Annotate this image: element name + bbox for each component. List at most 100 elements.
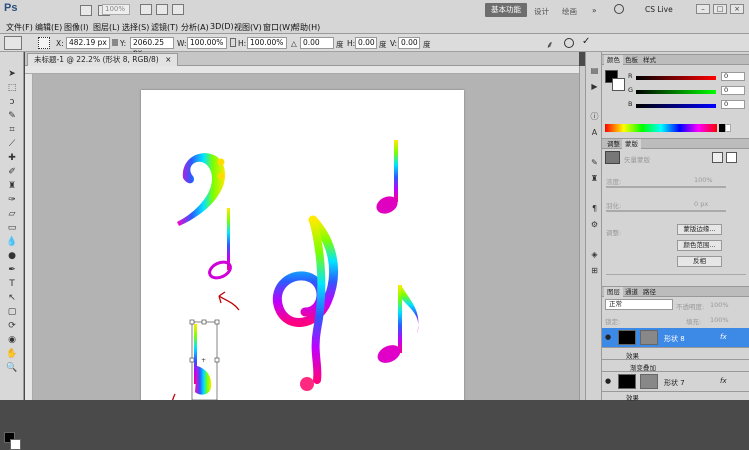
pixel-mask-icon[interactable] bbox=[712, 152, 723, 163]
tab-layers[interactable]: 图层 bbox=[604, 287, 623, 297]
hand-tool-icon[interactable]: ✋ bbox=[5, 348, 19, 360]
hskew-input[interactable]: 0.00 bbox=[355, 37, 377, 49]
crop-tool-icon[interactable]: ⌗ bbox=[5, 124, 19, 136]
tool-preset-icon[interactable] bbox=[4, 36, 22, 50]
3d-orbit-tool-icon[interactable]: ◉ bbox=[5, 334, 19, 346]
document-canvas[interactable]: + bbox=[141, 90, 464, 400]
menu-item[interactable]: 文件(F) bbox=[6, 22, 33, 33]
layer-effects-row-2[interactable]: 效果 bbox=[602, 392, 749, 402]
maximize-button[interactable]: □ bbox=[713, 4, 727, 14]
density-slider[interactable] bbox=[606, 186, 726, 188]
more-workspaces-icon[interactable]: » bbox=[592, 6, 597, 15]
tab-styles[interactable]: 样式 bbox=[640, 55, 659, 65]
blur-tool-icon[interactable]: 💧 bbox=[5, 236, 19, 248]
density-value[interactable]: 100% bbox=[694, 176, 713, 184]
hand-view-icon[interactable] bbox=[140, 4, 152, 15]
arrange-docs-icon[interactable] bbox=[156, 4, 168, 15]
link-icon[interactable] bbox=[230, 38, 236, 47]
screen-mode-icon[interactable] bbox=[172, 4, 184, 15]
tab-adjustments[interactable]: 调整 bbox=[604, 139, 623, 149]
tab-color[interactable]: 颜色 bbox=[604, 55, 623, 65]
layer-gradient-overlay-row[interactable]: 渐变叠加 bbox=[602, 360, 749, 372]
feather-slider[interactable] bbox=[606, 210, 726, 212]
workspace-essentials-button[interactable]: 基本功能 bbox=[485, 3, 527, 17]
clone-source-icon[interactable]: ♜ bbox=[589, 174, 600, 184]
fill-value[interactable]: 100% bbox=[710, 316, 729, 324]
move-tool-icon[interactable]: ➤ bbox=[5, 68, 19, 80]
relative-position-icon[interactable] bbox=[112, 39, 118, 46]
background-color-swatch[interactable] bbox=[10, 439, 21, 450]
workspace-design-button[interactable]: 设计 bbox=[534, 6, 549, 17]
bridge-icon[interactable] bbox=[80, 4, 92, 16]
commit-transform-icon[interactable]: ✓ bbox=[582, 36, 590, 47]
character-panel-icon[interactable]: A bbox=[589, 128, 600, 138]
layer-effects-row[interactable]: 效果 bbox=[602, 348, 749, 360]
visibility-eye-icon[interactable]: ● bbox=[605, 333, 611, 341]
marquee-tool-icon[interactable]: ⬚ bbox=[5, 82, 19, 94]
dodge-tool-icon[interactable]: ● bbox=[5, 250, 19, 262]
type-tool-icon[interactable]: T bbox=[5, 278, 19, 290]
tab-channels[interactable]: 通道 bbox=[622, 287, 641, 297]
shape-tool-icon[interactable]: ▢ bbox=[5, 306, 19, 318]
layer-fx-icon[interactable]: fx bbox=[720, 377, 727, 385]
tab-paths[interactable]: 路径 bbox=[640, 287, 659, 297]
menu-item[interactable]: 滤镜(T) bbox=[151, 22, 178, 33]
spectrum-white[interactable] bbox=[725, 124, 731, 132]
path-select-tool-icon[interactable]: ↖ bbox=[5, 292, 19, 304]
eyedropper-tool-icon[interactable]: ⟋ bbox=[5, 138, 19, 150]
cslive-status-icon[interactable] bbox=[614, 4, 624, 14]
x-input[interactable]: 482.19 px bbox=[66, 37, 110, 49]
tab-masks[interactable]: 蒙版 bbox=[622, 139, 641, 149]
info-panel-icon[interactable]: ⓘ bbox=[589, 112, 600, 122]
menu-item[interactable]: 编辑(E) bbox=[35, 22, 62, 33]
layer-row-shape7[interactable]: ● 形状 7 fx bbox=[602, 372, 749, 392]
angle-input[interactable]: 0.00 bbox=[300, 37, 334, 49]
menu-item[interactable]: 选择(S) bbox=[122, 22, 149, 33]
layer-fx-icon[interactable]: fx bbox=[720, 333, 727, 341]
eraser-tool-icon[interactable]: ▱ bbox=[5, 208, 19, 220]
color-range-button[interactable]: 颜色范围... bbox=[677, 240, 722, 251]
horizontal-ruler[interactable] bbox=[25, 66, 579, 74]
w-input[interactable]: 100.00% bbox=[187, 37, 227, 49]
document-tab-close-icon[interactable]: × bbox=[165, 55, 171, 64]
tab-swatches[interactable]: 色板 bbox=[622, 55, 641, 65]
stamp-tool-icon[interactable]: ♜ bbox=[5, 180, 19, 192]
menu-item[interactable]: 分析(A) bbox=[181, 22, 209, 33]
history-brush-icon[interactable]: ✑ bbox=[5, 194, 19, 206]
paragraph-panel-icon[interactable]: ¶ bbox=[589, 204, 600, 214]
visibility-eye-icon[interactable]: ● bbox=[605, 377, 611, 385]
cancel-transform-icon[interactable] bbox=[564, 38, 574, 48]
warp-mode-icon[interactable]: ⸙ bbox=[546, 37, 554, 51]
vector-mask-icon[interactable] bbox=[726, 152, 737, 163]
menu-item[interactable]: 窗口(W) bbox=[263, 22, 293, 33]
r-slider[interactable] bbox=[636, 76, 716, 80]
lasso-tool-icon[interactable]: ↄ bbox=[5, 96, 19, 108]
document-tab[interactable]: 未标题-1 @ 22.2% (形状 8, RGB/8) × bbox=[27, 53, 179, 66]
blend-mode-select[interactable]: 正常 bbox=[605, 299, 673, 310]
g-value-input[interactable]: 0 bbox=[721, 86, 745, 95]
quick-select-tool-icon[interactable]: ✎ bbox=[5, 110, 19, 122]
reference-point-icon[interactable] bbox=[38, 37, 50, 49]
minimize-button[interactable]: – bbox=[696, 4, 710, 14]
workspace-paint-button[interactable]: 绘画 bbox=[562, 6, 577, 17]
healing-tool-icon[interactable]: ✚ bbox=[5, 152, 19, 164]
feather-value[interactable]: 0 px bbox=[694, 200, 708, 208]
cslive-button[interactable]: CS Live bbox=[645, 5, 673, 14]
h-input[interactable]: 100.00% bbox=[247, 37, 287, 49]
color-bg-swatch[interactable] bbox=[612, 78, 625, 91]
r-value-input[interactable]: 0 bbox=[721, 72, 745, 81]
menu-item[interactable]: 图像(I) bbox=[64, 22, 89, 33]
b-slider[interactable] bbox=[636, 104, 716, 108]
g-slider[interactable] bbox=[636, 90, 716, 94]
pen-tool-icon[interactable]: ✒ bbox=[5, 264, 19, 276]
brush-panel-icon[interactable]: ✎ bbox=[589, 158, 600, 168]
close-window-button[interactable]: × bbox=[730, 4, 744, 14]
3d-rotate-tool-icon[interactable]: ⟳ bbox=[5, 320, 19, 332]
menu-item[interactable]: 视图(V) bbox=[234, 22, 262, 33]
menu-item[interactable]: 帮助(H) bbox=[292, 22, 320, 33]
zoom-select[interactable]: 100% bbox=[102, 4, 130, 15]
gradient-tool-icon[interactable]: ▭ bbox=[5, 222, 19, 234]
mask-edge-button[interactable]: 蒙版边缘... bbox=[677, 224, 722, 235]
y-input[interactable]: 2060.25 px bbox=[130, 37, 174, 57]
zoom-tool-icon[interactable]: 🔍 bbox=[5, 362, 19, 374]
